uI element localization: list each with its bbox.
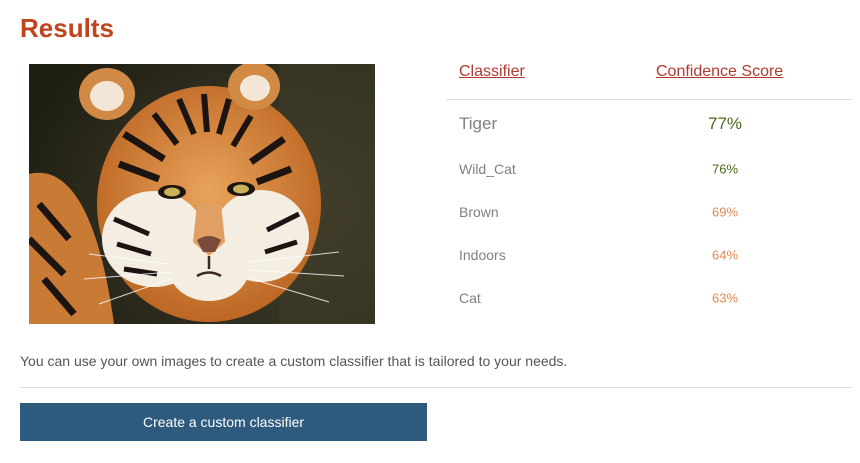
- header-confidence-score[interactable]: Confidence Score: [656, 63, 783, 81]
- confidence-score: 76%: [711, 161, 739, 177]
- classifier-name: Cat: [459, 290, 481, 306]
- confidence-score: 64%: [711, 247, 739, 263]
- create-custom-classifier-button[interactable]: Create a custom classifier: [20, 403, 427, 441]
- table-row: Cat 63%: [446, 278, 852, 318]
- confidence-score: 63%: [711, 290, 739, 306]
- table-row: Indoors 64%: [446, 235, 852, 275]
- section-divider: [20, 387, 852, 388]
- tiger-image: [29, 64, 375, 324]
- table-row: Wild_Cat 76%: [446, 149, 852, 189]
- classifier-name: Indoors: [459, 247, 506, 263]
- classifier-name: Tiger: [459, 114, 498, 133]
- header-classifier[interactable]: Classifier: [459, 63, 525, 81]
- classifier-name: Wild_Cat: [459, 161, 516, 177]
- confidence-score: 77%: [707, 114, 743, 133]
- table-header-divider: [446, 99, 852, 100]
- table-row: Brown 69%: [446, 192, 852, 232]
- custom-classifier-note: You can use your own images to create a …: [20, 353, 568, 369]
- tiger-illustration: [29, 64, 375, 324]
- classifier-name: Brown: [459, 204, 499, 220]
- confidence-score: 69%: [711, 204, 739, 220]
- page-title: Results: [20, 13, 114, 43]
- table-row: Tiger 77%: [446, 104, 852, 144]
